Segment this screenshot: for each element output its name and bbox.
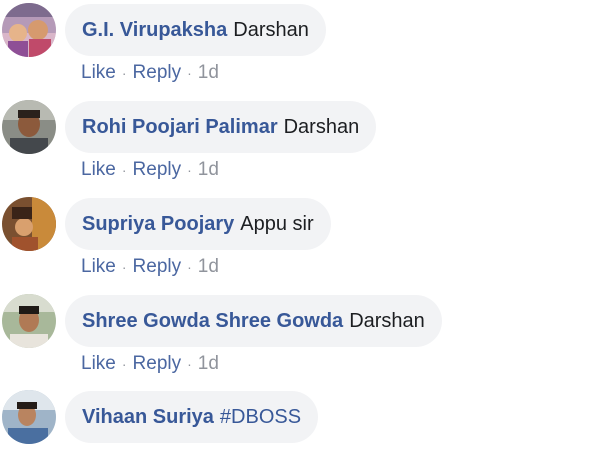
- like-link[interactable]: Like: [81, 256, 116, 277]
- comment-text: Darshan: [283, 116, 360, 138]
- comment-author[interactable]: Vihaan Suriya: [82, 406, 214, 428]
- comment-author[interactable]: G.I. Virupaksha: [82, 19, 227, 41]
- separator: ·: [121, 65, 127, 81]
- separator: ·: [187, 65, 192, 81]
- separator: ·: [121, 259, 127, 275]
- comment-author[interactable]: Rohi Poojari Palimar: [82, 116, 278, 138]
- comment-text[interactable]: #DBOSS: [220, 406, 301, 428]
- comment-bubble: Supriya Poojary Appu sir: [65, 198, 331, 250]
- user-photo-icon: [2, 3, 56, 57]
- avatar[interactable]: [2, 294, 56, 348]
- comment-timestamp[interactable]: 1d: [198, 159, 219, 180]
- comment-thread: G.I. Virupaksha Darshan Like · Reply · 1d Roh…: [0, 0, 600, 450]
- comment-bubble: Vihaan Suriya #DBOSS: [65, 391, 319, 443]
- comment-bubble: Rohi Poojari Palimar Darshan: [65, 101, 377, 153]
- reply-link[interactable]: Reply: [133, 353, 182, 374]
- like-link[interactable]: Like: [81, 62, 116, 83]
- separator: ·: [187, 162, 192, 178]
- avatar[interactable]: [2, 3, 56, 57]
- comment-actions: Like · Reply · 1d: [81, 62, 219, 84]
- comment-text: Darshan: [233, 19, 309, 41]
- avatar[interactable]: [2, 390, 56, 444]
- comment-timestamp[interactable]: 1d: [198, 62, 219, 83]
- comment-text: Appu sir: [240, 213, 314, 235]
- user-photo-icon: [2, 197, 56, 251]
- like-link[interactable]: Like: [81, 353, 116, 374]
- avatar[interactable]: [2, 100, 56, 154]
- comment-timestamp[interactable]: 1d: [198, 353, 219, 374]
- comment-bubble: Shree Gowda Shree Gowda Darshan: [65, 295, 442, 347]
- reply-link[interactable]: Reply: [133, 159, 182, 180]
- comment-timestamp[interactable]: 1d: [198, 256, 219, 277]
- avatar[interactable]: [2, 197, 56, 251]
- comment-author[interactable]: Shree Gowda Shree Gowda: [82, 310, 343, 332]
- separator: ·: [187, 356, 192, 372]
- comment-actions: Like · Reply · 1d: [81, 353, 219, 375]
- reply-link[interactable]: Reply: [133, 256, 182, 277]
- like-link[interactable]: Like: [81, 159, 116, 180]
- reply-link[interactable]: Reply: [133, 62, 182, 83]
- comment-actions: Like · Reply · 1d: [81, 159, 219, 181]
- user-photo-icon: [2, 100, 56, 154]
- user-photo-icon: [2, 390, 56, 444]
- separator: ·: [187, 259, 192, 275]
- comment-author[interactable]: Supriya Poojary: [82, 213, 234, 235]
- comment-bubble: G.I. Virupaksha Darshan: [65, 4, 326, 56]
- user-photo-icon: [2, 294, 56, 348]
- separator: ·: [121, 356, 127, 372]
- separator: ·: [121, 162, 127, 178]
- comment-text: Darshan: [349, 310, 425, 332]
- comment-actions: Like · Reply · 1d: [81, 256, 219, 278]
